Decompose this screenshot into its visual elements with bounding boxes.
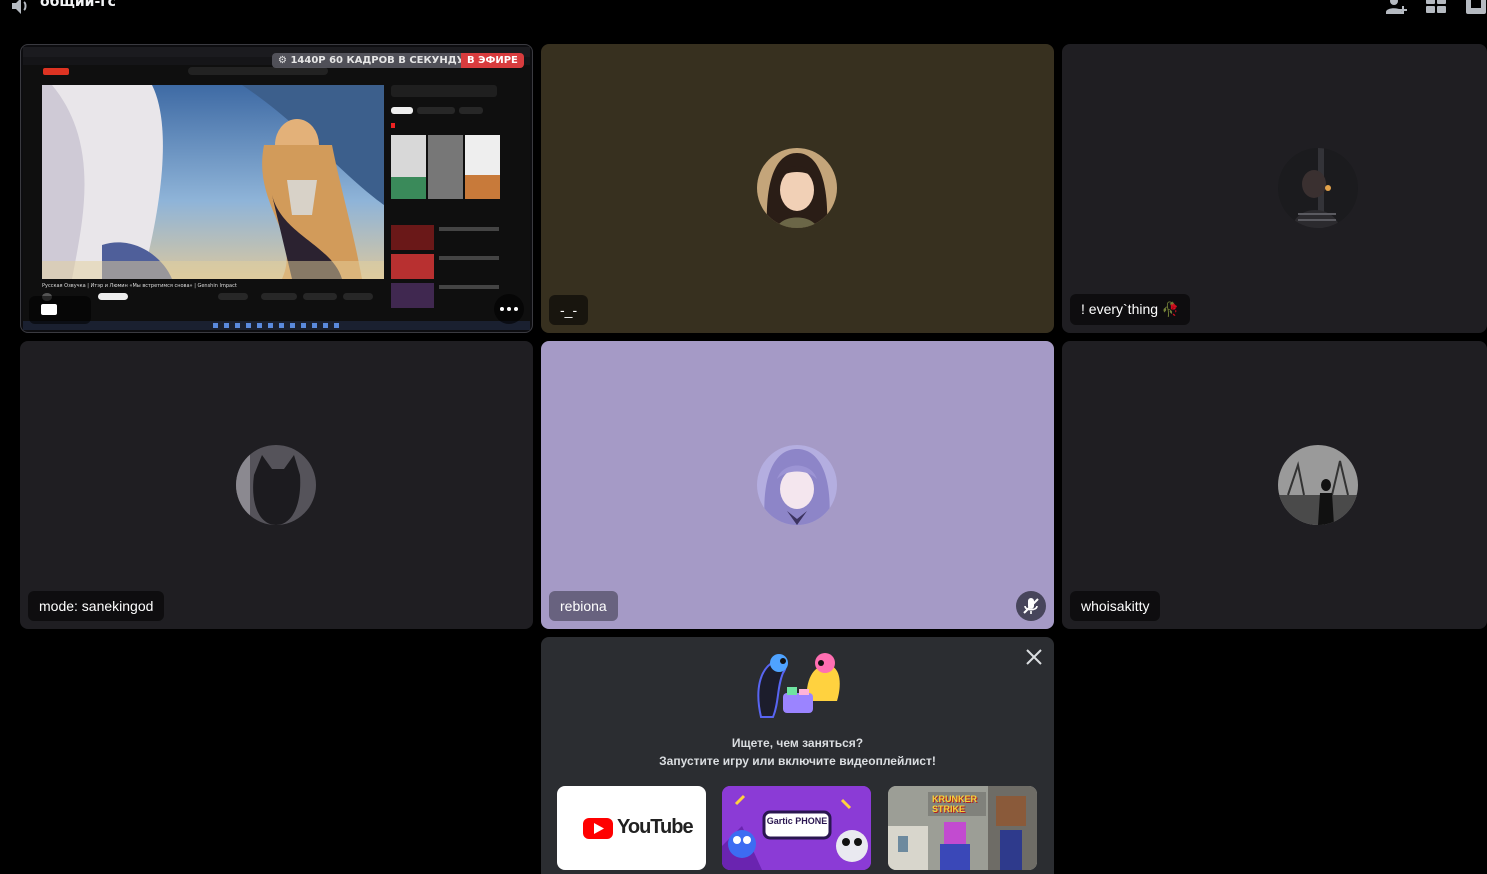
participant-tile[interactable]: mode: sanekingod xyxy=(20,341,533,629)
add-user-icon[interactable] xyxy=(1385,0,1407,16)
krunker-card-label: KRUNKER STRIKE xyxy=(932,794,977,814)
muted-mic-icon xyxy=(1016,591,1046,621)
participant-tile[interactable]: ! every`thing 🥀 xyxy=(1062,44,1487,333)
avatar xyxy=(1278,148,1358,228)
activity-title: Ищете, чем заняться? xyxy=(731,736,864,750)
avatar xyxy=(757,148,837,228)
activity-subtitle: Запустите игру или включите видеоплейлис… xyxy=(659,754,936,768)
channel-name: общий-гс xyxy=(40,0,116,10)
participant-tile[interactable]: rebiona xyxy=(541,341,1054,629)
participant-name: ! every`thing 🥀 xyxy=(1070,294,1191,325)
activities-illustration xyxy=(757,653,840,718)
speaker-icon xyxy=(12,0,27,14)
video-caption: Русская Озвучка | Итэр и Люмин «Мы встре… xyxy=(42,283,237,289)
participant-name: mode: sanekingod xyxy=(28,591,165,621)
participant-name: -_- xyxy=(549,295,589,325)
popout-icon[interactable] xyxy=(1465,0,1487,16)
close-icon[interactable] xyxy=(1024,647,1044,667)
avatar xyxy=(236,445,316,525)
quality-badge: ⚙ 1440P 60 КАДРОВ В СЕКУНДУ xyxy=(272,53,471,68)
youtube-activity-card[interactable]: YouTube xyxy=(557,786,706,870)
participant-name: rebiona xyxy=(549,591,618,621)
grid-layout-icon[interactable] xyxy=(1425,0,1447,16)
video-player[interactable] xyxy=(42,85,384,279)
stream-tile[interactable]: Русская Озвучка | Итэр и Люмин «Мы встре… xyxy=(20,44,533,333)
gartic-phone-activity-card[interactable]: Gartic PHONE xyxy=(722,786,871,870)
gartic-card-label: Gartic PHONE xyxy=(766,816,828,826)
stream-name-tag xyxy=(29,296,91,324)
participant-name: whoisakitty xyxy=(1070,591,1161,621)
participant-tile[interactable]: -_- xyxy=(541,44,1054,333)
avatar xyxy=(1278,445,1358,525)
avatar xyxy=(757,445,837,525)
live-badge: В ЭФИРЕ xyxy=(461,53,524,68)
activity-panel: Ищете, чем заняться? Запустите игру или … xyxy=(541,637,1054,874)
krunker-strike-activity-card[interactable]: KRUNKER STRIKE xyxy=(888,786,1037,870)
more-options-button[interactable] xyxy=(494,294,524,324)
participant-tile[interactable]: whoisakitty xyxy=(1062,341,1487,629)
top-bar: общий-гс xyxy=(0,0,1487,20)
youtube-card-label: YouTube xyxy=(617,816,694,838)
stream-screen: Русская Озвучка | Итэр и Люмин «Мы встре… xyxy=(23,47,530,330)
